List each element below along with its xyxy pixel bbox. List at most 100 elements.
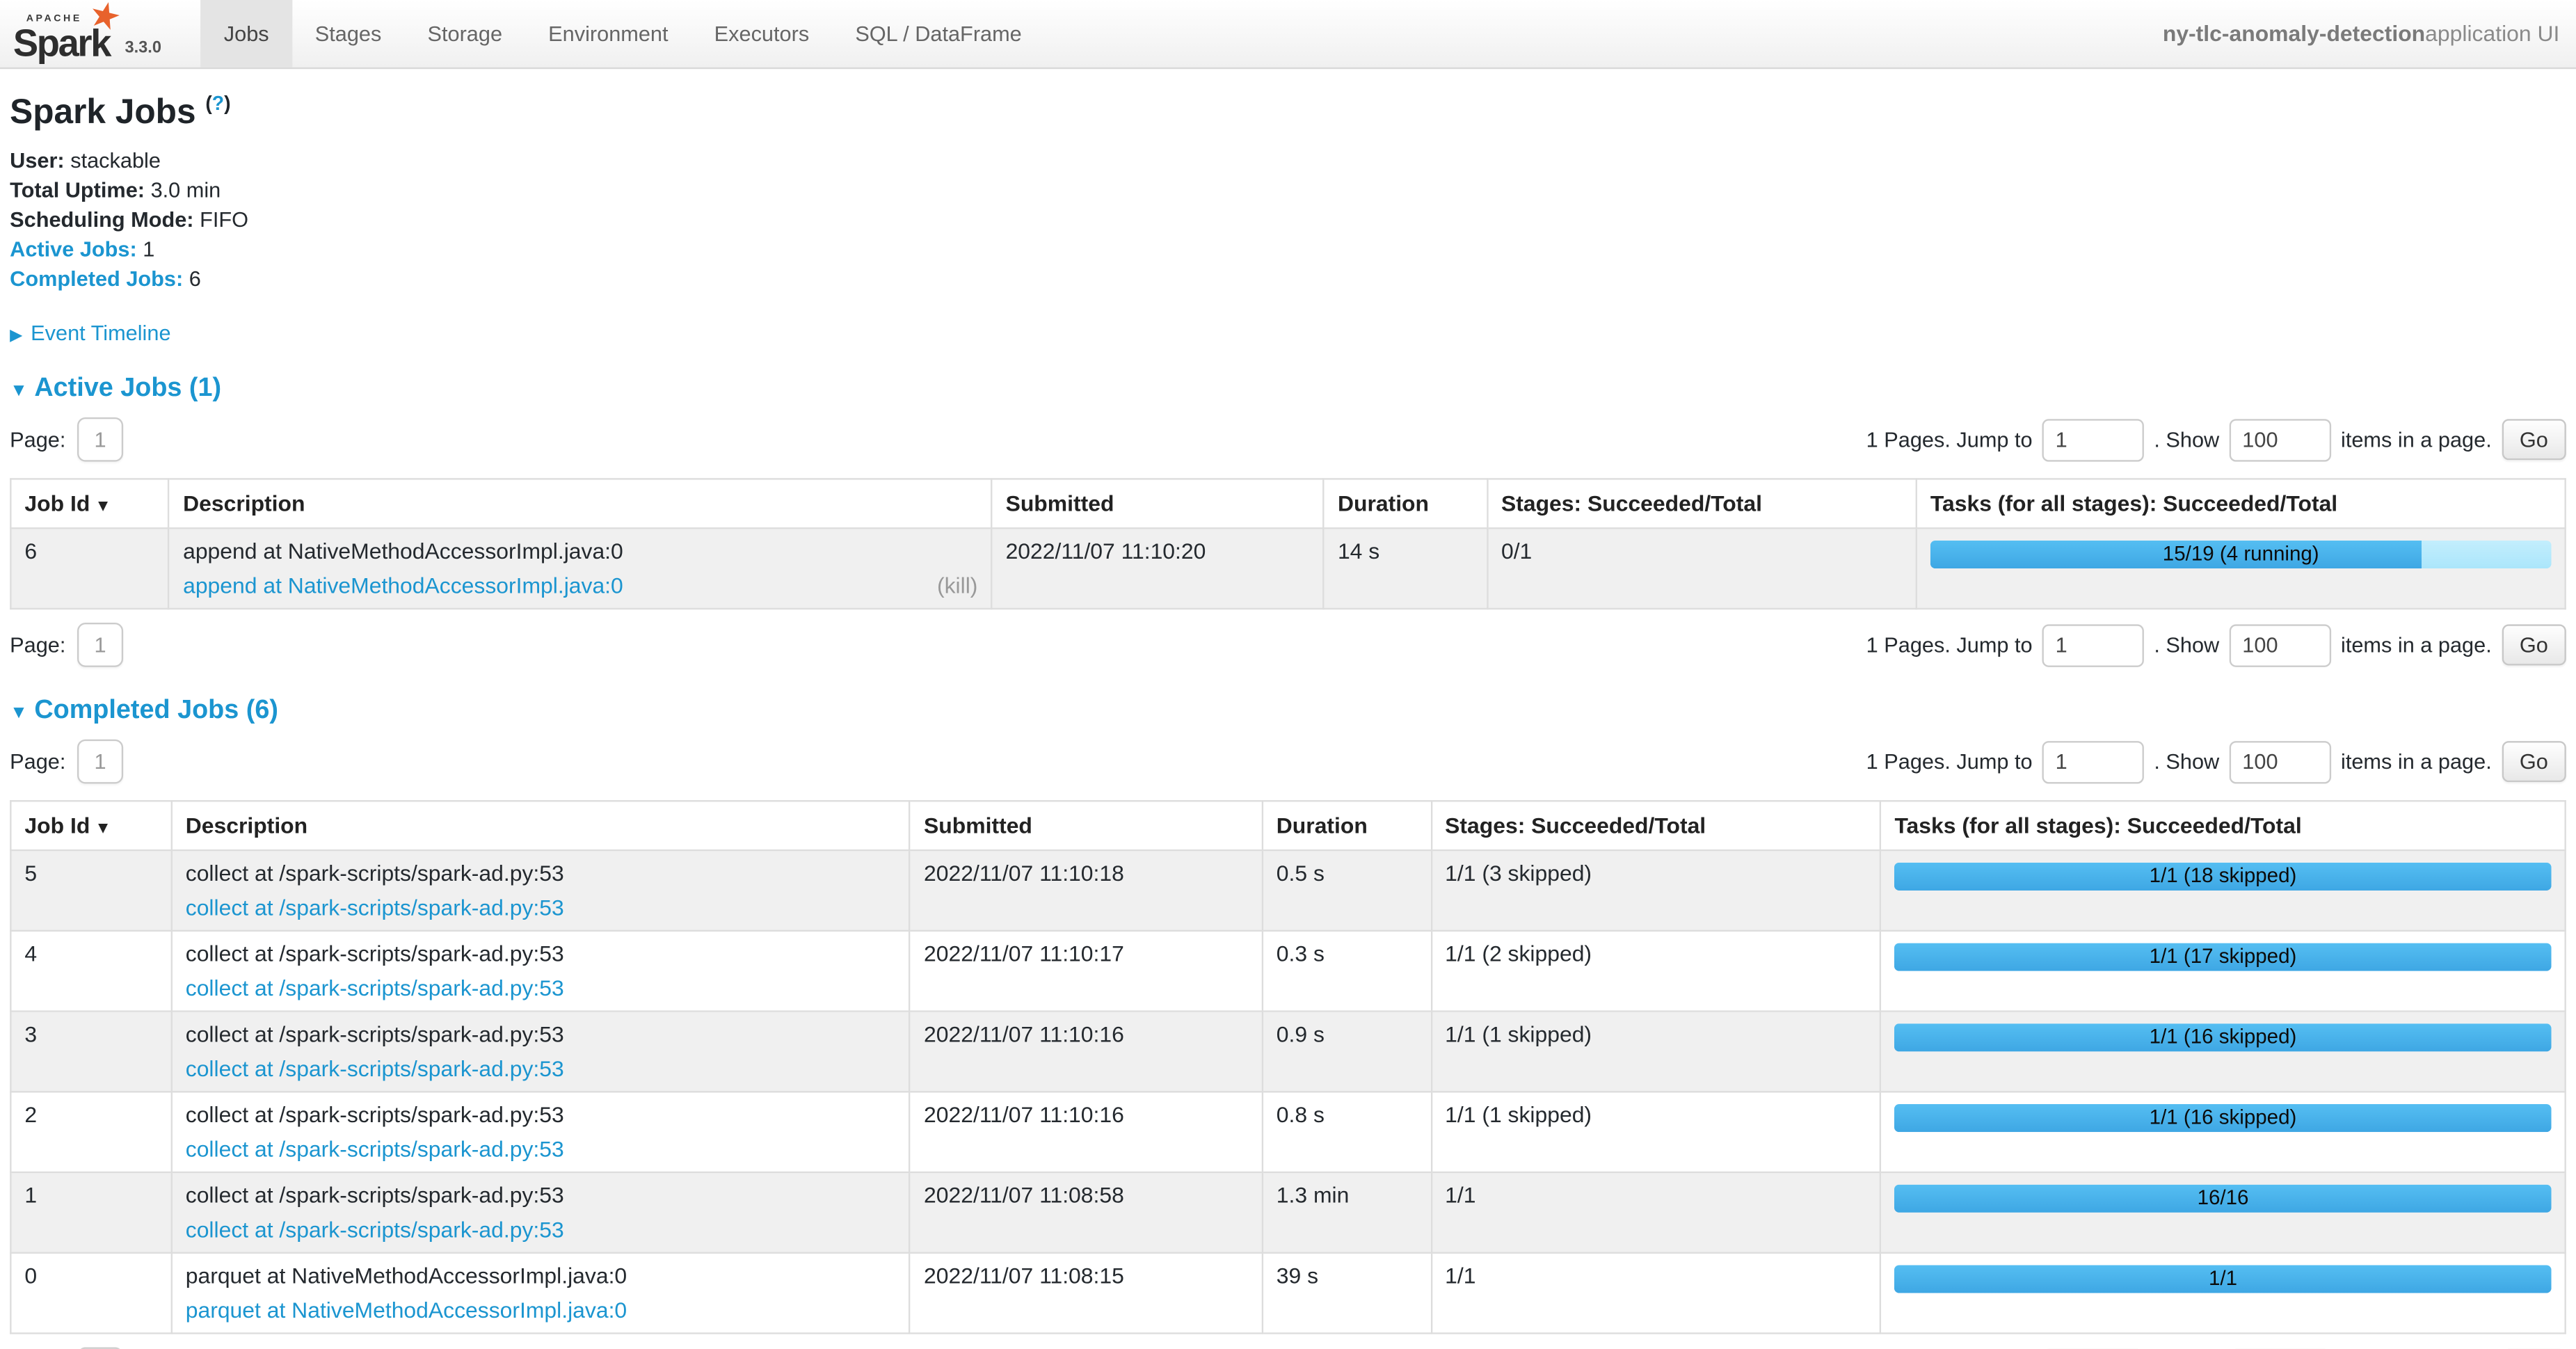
page-size-input[interactable] xyxy=(2229,623,2330,666)
event-timeline-label: Event Timeline xyxy=(31,321,170,345)
tasks-header[interactable]: Tasks (for all stages): Succeeded/Total xyxy=(1917,479,2566,528)
completed-job-row: 4 collect at /spark-scripts/spark-ad.py:… xyxy=(10,931,2565,1012)
spark-logo[interactable]: APACHE Spark ★ 3.3.0 xyxy=(0,0,178,67)
completed-jobs-heading[interactable]: ▼Completed Jobs (6) xyxy=(10,696,2566,726)
tasks-cell: 1/1 (16 skipped) xyxy=(1880,1092,2565,1172)
tab-jobs[interactable]: Jobs xyxy=(201,0,292,67)
progress-bar: 1/1 (17 skipped) xyxy=(1894,943,2551,971)
application-id: ny-tlc-anomaly-detection application UI xyxy=(2163,0,2576,67)
description-cell: collect at /spark-scripts/spark-ad.py:53… xyxy=(172,931,910,1012)
go-button[interactable]: Go xyxy=(2502,741,2566,782)
description-link[interactable]: collect at /spark-scripts/spark-ad.py:53 xyxy=(186,1218,564,1242)
tasks-cell: 1/1 (18 skipped) xyxy=(1880,850,2565,931)
completed-jobs-table: Job Id▼ Description Submitted Duration S… xyxy=(10,800,2566,1334)
completed-jobs-header-row: Job Id▼ Description Submitted Duration S… xyxy=(10,801,2565,850)
page-size-input[interactable] xyxy=(2229,418,2330,461)
tasks-cell: 1/1 xyxy=(1880,1253,2565,1334)
active-jobs-link[interactable]: Active Jobs: xyxy=(10,237,137,261)
tasks-cell: 1/1 (17 skipped) xyxy=(1880,931,2565,1012)
description-text: parquet at NativeMethodAccessorImpl.java… xyxy=(186,1263,896,1288)
description-text: collect at /spark-scripts/spark-ad.py:53 xyxy=(186,861,896,885)
sort-desc-icon: ▼ xyxy=(95,498,111,516)
job-id-cell: 4 xyxy=(10,931,171,1012)
submitted-cell: 2022/11/07 11:10:18 xyxy=(910,850,1263,931)
duration-header[interactable]: Duration xyxy=(1324,479,1487,528)
stages-header[interactable]: Stages: Succeeded/Total xyxy=(1487,479,1917,528)
stages-cell: 1/1 (2 skipped) xyxy=(1431,931,1880,1012)
job-id-cell: 6 xyxy=(10,528,169,609)
go-button[interactable]: Go xyxy=(2502,624,2566,665)
description-link[interactable]: append at NativeMethodAccessorImpl.java:… xyxy=(183,573,623,598)
page-button[interactable]: 1 xyxy=(77,740,123,784)
description-text: collect at /spark-scripts/spark-ad.py:53 xyxy=(186,941,896,966)
stages-header[interactable]: Stages: Succeeded/Total xyxy=(1431,801,1880,850)
stages-cell: 1/1 xyxy=(1431,1253,1880,1334)
spark-ui-page: APACHE Spark ★ 3.3.0 Jobs Stages Storage… xyxy=(0,0,2576,1349)
page-button[interactable]: 1 xyxy=(77,417,123,462)
active-jobs-heading[interactable]: ▼Active Jobs (1) xyxy=(10,374,2566,404)
pagination-row: Page: 1 1 Pages. Jump to . Show items in… xyxy=(10,623,2566,667)
description-header[interactable]: Description xyxy=(172,801,910,850)
tasks-cell: 16/16 xyxy=(1880,1172,2565,1253)
tab-stages[interactable]: Stages xyxy=(292,0,405,67)
jump-to-input[interactable] xyxy=(2042,623,2144,666)
page-button[interactable]: 1 xyxy=(77,623,123,667)
tasks-cell: 1/1 (16 skipped) xyxy=(1880,1012,2565,1092)
progress-bar: 1/1 (18 skipped) xyxy=(1894,863,2551,891)
navbar: APACHE Spark ★ 3.3.0 Jobs Stages Storage… xyxy=(0,0,2576,69)
page-label: Page: xyxy=(10,632,65,657)
submitted-header[interactable]: Submitted xyxy=(910,801,1263,850)
page-size-input[interactable] xyxy=(2229,740,2330,783)
job-id-cell: 1 xyxy=(10,1172,171,1253)
tab-sql-dataframe[interactable]: SQL / DataFrame xyxy=(832,0,1045,67)
progress-bar: 16/16 xyxy=(1894,1185,2551,1213)
progress-bar: 15/19 (4 running) xyxy=(1930,541,2552,568)
event-timeline-toggle[interactable]: ▶Event Timeline xyxy=(10,321,2566,345)
job-id-cell: 3 xyxy=(10,1012,171,1092)
progress-label: 1/1 xyxy=(1894,1265,2551,1293)
tasks-header[interactable]: Tasks (for all stages): Succeeded/Total xyxy=(1880,801,2565,850)
job-id-header[interactable]: Job Id▼ xyxy=(10,801,171,850)
go-button[interactable]: Go xyxy=(2502,419,2566,460)
duration-cell: 0.3 s xyxy=(1263,931,1431,1012)
pages-text: 1 Pages. Jump to xyxy=(1866,632,2033,657)
items-text: items in a page. xyxy=(2341,632,2492,657)
completed-jobs-link[interactable]: Completed Jobs: xyxy=(10,266,183,291)
sort-desc-icon: ▼ xyxy=(95,820,111,838)
pages-text: 1 Pages. Jump to xyxy=(1866,749,2033,774)
description-link[interactable]: collect at /spark-scripts/spark-ad.py:53 xyxy=(186,1137,564,1161)
job-id-header[interactable]: Job Id▼ xyxy=(10,479,169,528)
completed-job-row: 2 collect at /spark-scripts/spark-ad.py:… xyxy=(10,1092,2565,1172)
kill-link[interactable]: (kill) xyxy=(937,573,977,598)
caret-down-icon: ▼ xyxy=(10,703,28,723)
description-link[interactable]: collect at /spark-scripts/spark-ad.py:53 xyxy=(186,895,564,920)
completed-job-row: 5 collect at /spark-scripts/spark-ad.py:… xyxy=(10,850,2565,931)
description-link[interactable]: collect at /spark-scripts/spark-ad.py:53 xyxy=(186,976,564,1000)
jump-to-input[interactable] xyxy=(2042,418,2144,461)
spark-version: 3.3.0 xyxy=(125,40,161,63)
description-cell: append at NativeMethodAccessorImpl.java:… xyxy=(169,528,991,609)
submitted-header[interactable]: Submitted xyxy=(991,479,1323,528)
progress-label: 1/1 (17 skipped) xyxy=(1894,943,2551,971)
tab-environment[interactable]: Environment xyxy=(525,0,691,67)
summary-uptime: Total Uptime: 3.0 min xyxy=(10,176,2566,206)
tab-executors[interactable]: Executors xyxy=(691,0,833,67)
tasks-cell: 15/19 (4 running) xyxy=(1917,528,2566,609)
description-text: collect at /spark-scripts/spark-ad.py:53 xyxy=(186,1103,896,1127)
summary-completed-jobs: Completed Jobs: 6 xyxy=(10,264,2566,294)
page-label: Page: xyxy=(10,749,65,774)
job-id-cell: 0 xyxy=(10,1253,171,1334)
tab-storage[interactable]: Storage xyxy=(404,0,525,67)
items-text: items in a page. xyxy=(2341,427,2492,452)
progress-bar: 1/1 (16 skipped) xyxy=(1894,1023,2551,1051)
jump-to-input[interactable] xyxy=(2042,740,2144,783)
app-ui-suffix: application UI xyxy=(2425,22,2559,46)
page-title-text: Spark Jobs xyxy=(10,94,195,131)
description-header[interactable]: Description xyxy=(169,479,991,528)
help-link[interactable]: (?) xyxy=(205,92,230,115)
stages-cell: 0/1 xyxy=(1487,528,1917,609)
duration-header[interactable]: Duration xyxy=(1263,801,1431,850)
show-text: . Show xyxy=(2154,427,2219,452)
description-link[interactable]: collect at /spark-scripts/spark-ad.py:53 xyxy=(186,1057,564,1081)
description-link[interactable]: parquet at NativeMethodAccessorImpl.java… xyxy=(186,1298,627,1323)
